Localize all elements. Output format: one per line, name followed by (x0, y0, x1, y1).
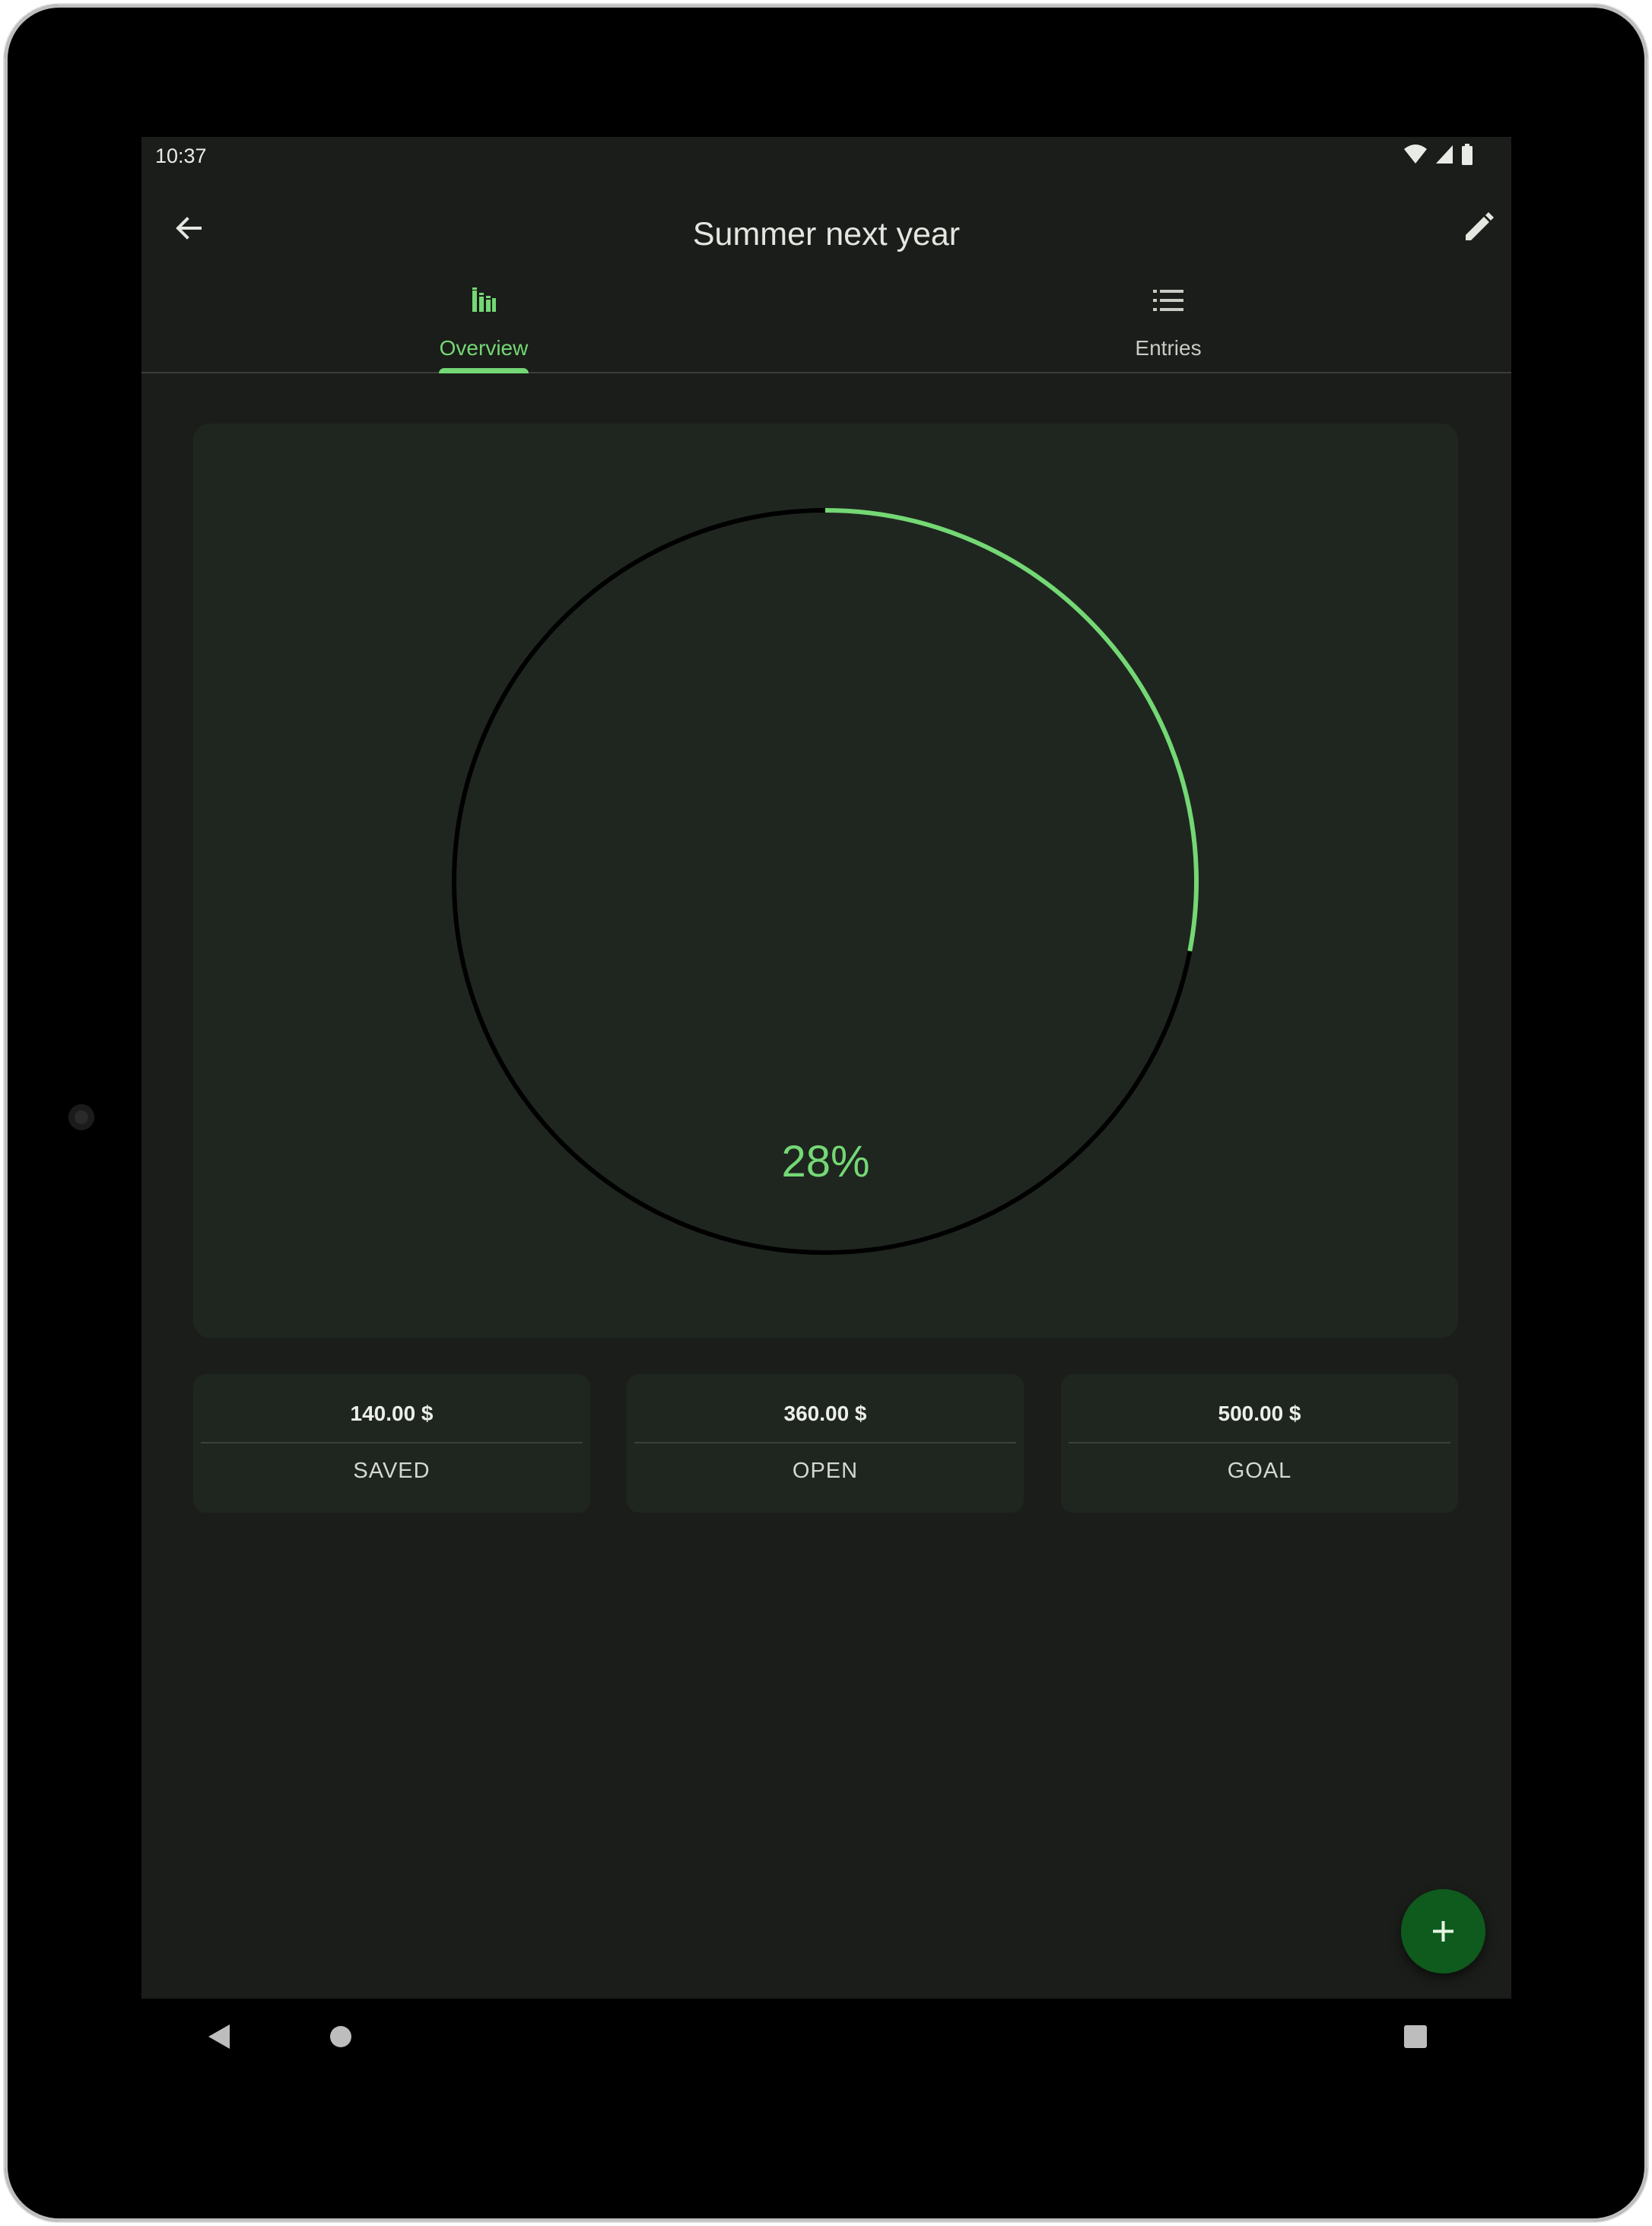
stat-open: 360.00 $ OPEN (627, 1374, 1024, 1513)
stat-saved-label: SAVED (353, 1459, 430, 1483)
plus-icon (1433, 1921, 1453, 1942)
status-icons (1403, 144, 1473, 165)
app-screen: 10:37 Summer next year Overview Entries … (141, 137, 1511, 1999)
status-time: 10:37 (155, 144, 207, 167)
battery-icon (1462, 144, 1473, 165)
tab-bar: Overview Entries (141, 263, 1511, 373)
tab-overview[interactable]: Overview (141, 263, 826, 373)
stat-goal: 500.00 $ GOAL (1061, 1374, 1458, 1513)
progress-ring (452, 508, 1199, 1255)
progress-percent: 28% (781, 1137, 870, 1186)
front-camera (68, 1104, 94, 1130)
nav-recents-icon[interactable] (1399, 2020, 1432, 2053)
page-title: Summer next year (692, 216, 961, 252)
nav-home-icon[interactable] (324, 2020, 357, 2053)
stat-open-label: OPEN (792, 1459, 859, 1483)
tab-indicator (439, 368, 529, 373)
cell-signal-icon (1436, 145, 1453, 164)
divider (201, 1442, 583, 1443)
app-bar: Summer next year (141, 183, 1511, 274)
tab-overview-label: Overview (439, 336, 529, 360)
stat-saved-value: 140.00 $ (350, 1402, 434, 1425)
list-icon (1153, 290, 1183, 311)
wifi-icon (1404, 144, 1427, 164)
stat-goal-label: GOAL (1227, 1459, 1292, 1483)
add-entry-button[interactable] (1401, 1889, 1485, 1974)
bar-chart-icon (472, 287, 496, 312)
status-bar: 10:37 (141, 137, 1511, 173)
stat-open-value: 360.00 $ (783, 1402, 867, 1425)
pencil-icon (1466, 212, 1494, 240)
tab-entries[interactable]: Entries (826, 263, 1511, 372)
progress-card: 28% (193, 424, 1458, 1338)
system-nav-bar (141, 1999, 1511, 2090)
stat-saved: 140.00 $ SAVED (193, 1374, 590, 1513)
stat-goal-value: 500.00 $ (1218, 1402, 1301, 1425)
divider (1069, 1442, 1450, 1443)
edit-button[interactable] (1455, 205, 1501, 251)
tab-entries-label: Entries (1135, 336, 1202, 360)
nav-back-icon[interactable] (202, 2020, 236, 2053)
divider (634, 1442, 1016, 1443)
